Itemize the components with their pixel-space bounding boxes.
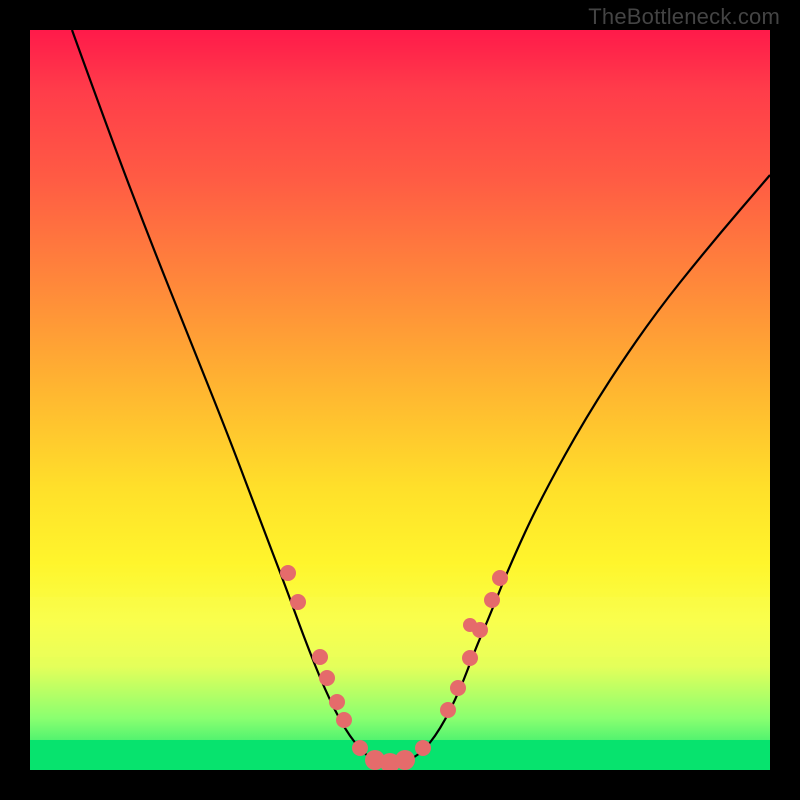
optimal-band bbox=[30, 740, 770, 770]
chart-frame: TheBottleneck.com bbox=[0, 0, 800, 800]
plot-area bbox=[30, 30, 770, 770]
highlight-band bbox=[30, 597, 770, 657]
watermark-label: TheBottleneck.com bbox=[588, 4, 780, 30]
